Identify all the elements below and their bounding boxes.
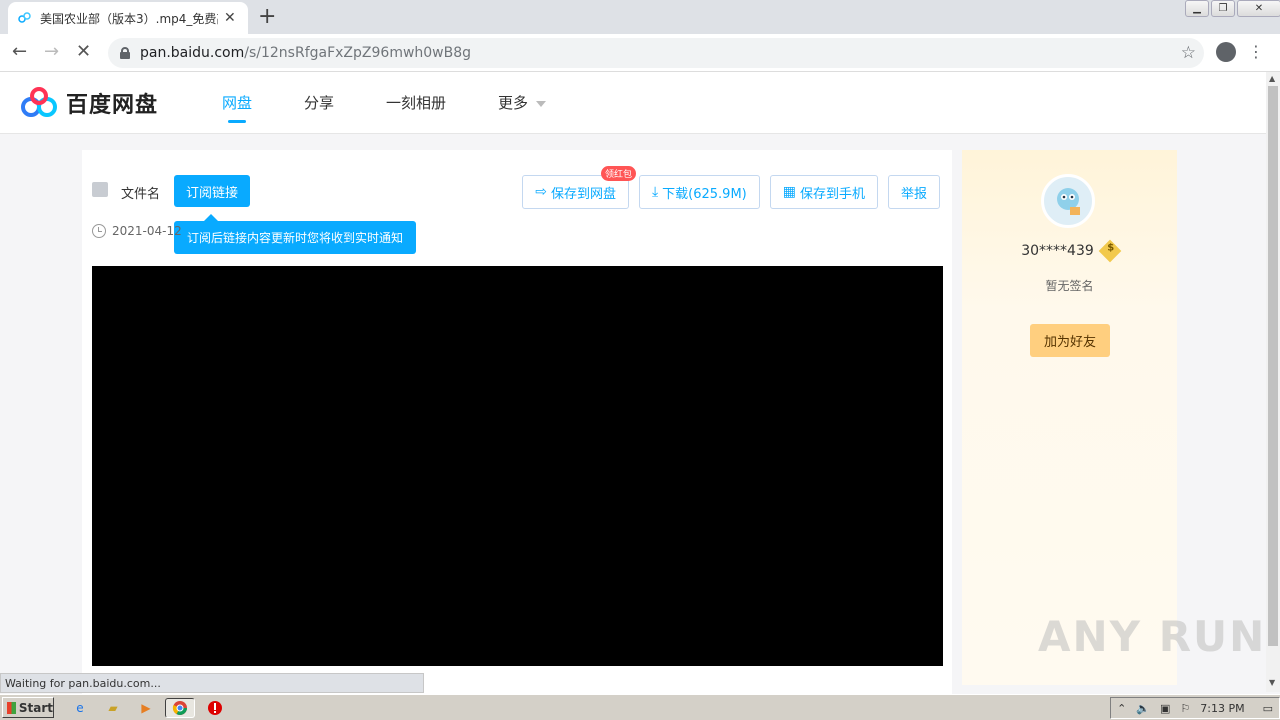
save-to-phone-button[interactable]: ▦ 保存到手机	[769, 175, 878, 209]
browser-status-bar: Waiting for pan.baidu.com...	[0, 673, 424, 693]
scroll-up-icon[interactable]: ▲	[1269, 74, 1275, 83]
nav-item-album[interactable]: 一刻相册	[386, 92, 446, 113]
profile-avatar-icon[interactable]	[1216, 42, 1236, 62]
start-label: Start	[18, 700, 53, 715]
start-button[interactable]: Start	[2, 697, 54, 718]
download-label: 下载(625.9M)	[662, 186, 747, 202]
action-center-flag-icon[interactable]: ⚐	[1180, 702, 1190, 715]
restore-button[interactable]: ❐	[1211, 0, 1235, 17]
red-packet-badge: 领红包	[600, 166, 636, 181]
network-icon[interactable]: ▣	[1160, 702, 1170, 715]
browser-tabstrip: 美国农业部（版本3）.mp4_免费高清 ✕ + ▁ ❐ ✕	[0, 0, 1280, 34]
nav-item-netdisk[interactable]: 网盘	[222, 92, 252, 123]
page-scrollbar[interactable]: ▲ ▼	[1266, 72, 1280, 692]
browser-menu-icon[interactable]: ⋮	[1248, 42, 1264, 62]
mascot-avatar-icon	[1057, 188, 1080, 215]
system-tray: ⌃ 🔈 ▣ ⚐ 7:13 PM ▭	[1110, 697, 1280, 719]
clock-text[interactable]: 7:13 PM	[1200, 702, 1244, 715]
video-player[interactable]	[92, 266, 943, 666]
baidu-pan-logo[interactable]: 百度网盘	[20, 86, 158, 120]
sharer-username: 30****439 $	[962, 239, 1177, 263]
anyrun-watermark: ANY RUN	[1038, 612, 1267, 661]
sharer-signature: 暂无签名	[1045, 279, 1094, 293]
add-friend-button[interactable]: 加为好友	[1030, 324, 1110, 357]
browser-tab[interactable]: 美国农业部（版本3）.mp4_免费高清 ✕	[8, 2, 248, 34]
clock-icon	[92, 224, 106, 238]
media-player-icon[interactable]: ▶	[136, 698, 156, 718]
file-type-icon	[92, 182, 108, 197]
bookmark-star-icon[interactable]: ☆	[1181, 43, 1196, 63]
save-icon: ⇨	[535, 184, 547, 200]
minimize-button[interactable]: ▁	[1185, 0, 1209, 17]
qrcode-icon: ▦	[782, 184, 796, 200]
report-button[interactable]: 举报	[887, 175, 940, 209]
address-bar[interactable]: pan.baidu.com/s/12nsRfgaFxZpZ96mwh0wB8g	[108, 38, 1204, 68]
show-desktop-icon[interactable]: ▭	[1263, 702, 1273, 715]
logo-text: 百度网盘	[66, 93, 159, 118]
download-button[interactable]: ⤓ 下载(625.9M)	[638, 175, 760, 209]
close-window-button[interactable]: ✕	[1237, 0, 1280, 17]
windows-taskbar: Start e ▰ ▶ ⌃ 🔈 ▣ ⚐ 7:13 PM ▭	[0, 694, 1280, 720]
save-to-netdisk-button[interactable]: ⇨ 保存到网盘 领红包	[522, 166, 636, 209]
subscribe-tooltip: 订阅后链接内容更新时您将收到实时通知	[174, 214, 416, 254]
baidu-favicon-icon	[18, 11, 32, 25]
main-nav: 网盘 分享 一刻相册 更多	[222, 92, 598, 123]
ie-icon[interactable]: e	[70, 698, 90, 718]
window-controls: ▁ ❐ ✕	[1183, 0, 1280, 18]
windows-flag-icon	[7, 701, 16, 714]
nav-item-more[interactable]: 更多	[498, 92, 547, 113]
scrollbar-thumb[interactable]	[1268, 86, 1278, 646]
save-phone-label: 保存到手机	[799, 186, 865, 202]
lock-icon	[120, 47, 130, 59]
antivirus-icon[interactable]	[205, 698, 225, 718]
share-date: 2021-04-12	[112, 224, 182, 238]
new-tab-button[interactable]: +	[258, 4, 276, 30]
baidu-pan-logo-icon	[21, 87, 57, 117]
subscribe-link-button[interactable]: 订阅链接	[174, 175, 250, 207]
tab-close-icon[interactable]: ✕	[224, 10, 236, 26]
save-label: 保存到网盘	[550, 186, 616, 202]
tab-title: 美国农业部（版本3）.mp4_免费高清	[40, 11, 218, 26]
nav-item-share[interactable]: 分享	[304, 92, 334, 113]
file-name-label: 文件名	[121, 187, 161, 202]
stop-loading-icon[interactable]: ✕	[76, 42, 91, 62]
report-label: 举报	[900, 186, 927, 202]
file-actions: ⇨ 保存到网盘 领红包 ⤓ 下载(625.9M) ▦ 保存到手机 举报	[512, 166, 940, 209]
tray-expand-icon[interactable]: ⌃	[1117, 702, 1126, 715]
back-arrow-icon[interactable]: ←	[12, 42, 27, 62]
download-icon: ⤓	[651, 184, 659, 200]
avatar[interactable]	[1041, 174, 1095, 228]
site-header: 百度网盘 网盘 分享 一刻相册 更多	[0, 72, 1266, 134]
url-text: pan.baidu.com/s/12nsRfgaFxZpZ96mwh0wB8g	[140, 45, 472, 61]
forward-arrow-icon[interactable]: →	[44, 42, 59, 62]
browser-toolbar: ← → ✕ pan.baidu.com/s/12nsRfgaFxZpZ96mwh…	[0, 34, 1280, 72]
volume-icon[interactable]: 🔈	[1136, 702, 1150, 715]
chevron-down-icon	[536, 100, 547, 107]
file-card: 文件名 订阅链接 订阅后链接内容更新时您将收到实时通知 2021-04-12 ⇨…	[82, 150, 952, 695]
scroll-down-icon[interactable]: ▼	[1269, 678, 1275, 687]
explorer-folder-icon[interactable]: ▰	[103, 698, 123, 718]
chrome-taskbar-icon[interactable]	[165, 698, 195, 718]
username-text: 30****439	[1021, 243, 1094, 259]
sharer-profile-card: 30****439 $ 暂无签名 加为好友	[962, 150, 1177, 685]
vip-badge-icon: $	[1098, 239, 1122, 263]
